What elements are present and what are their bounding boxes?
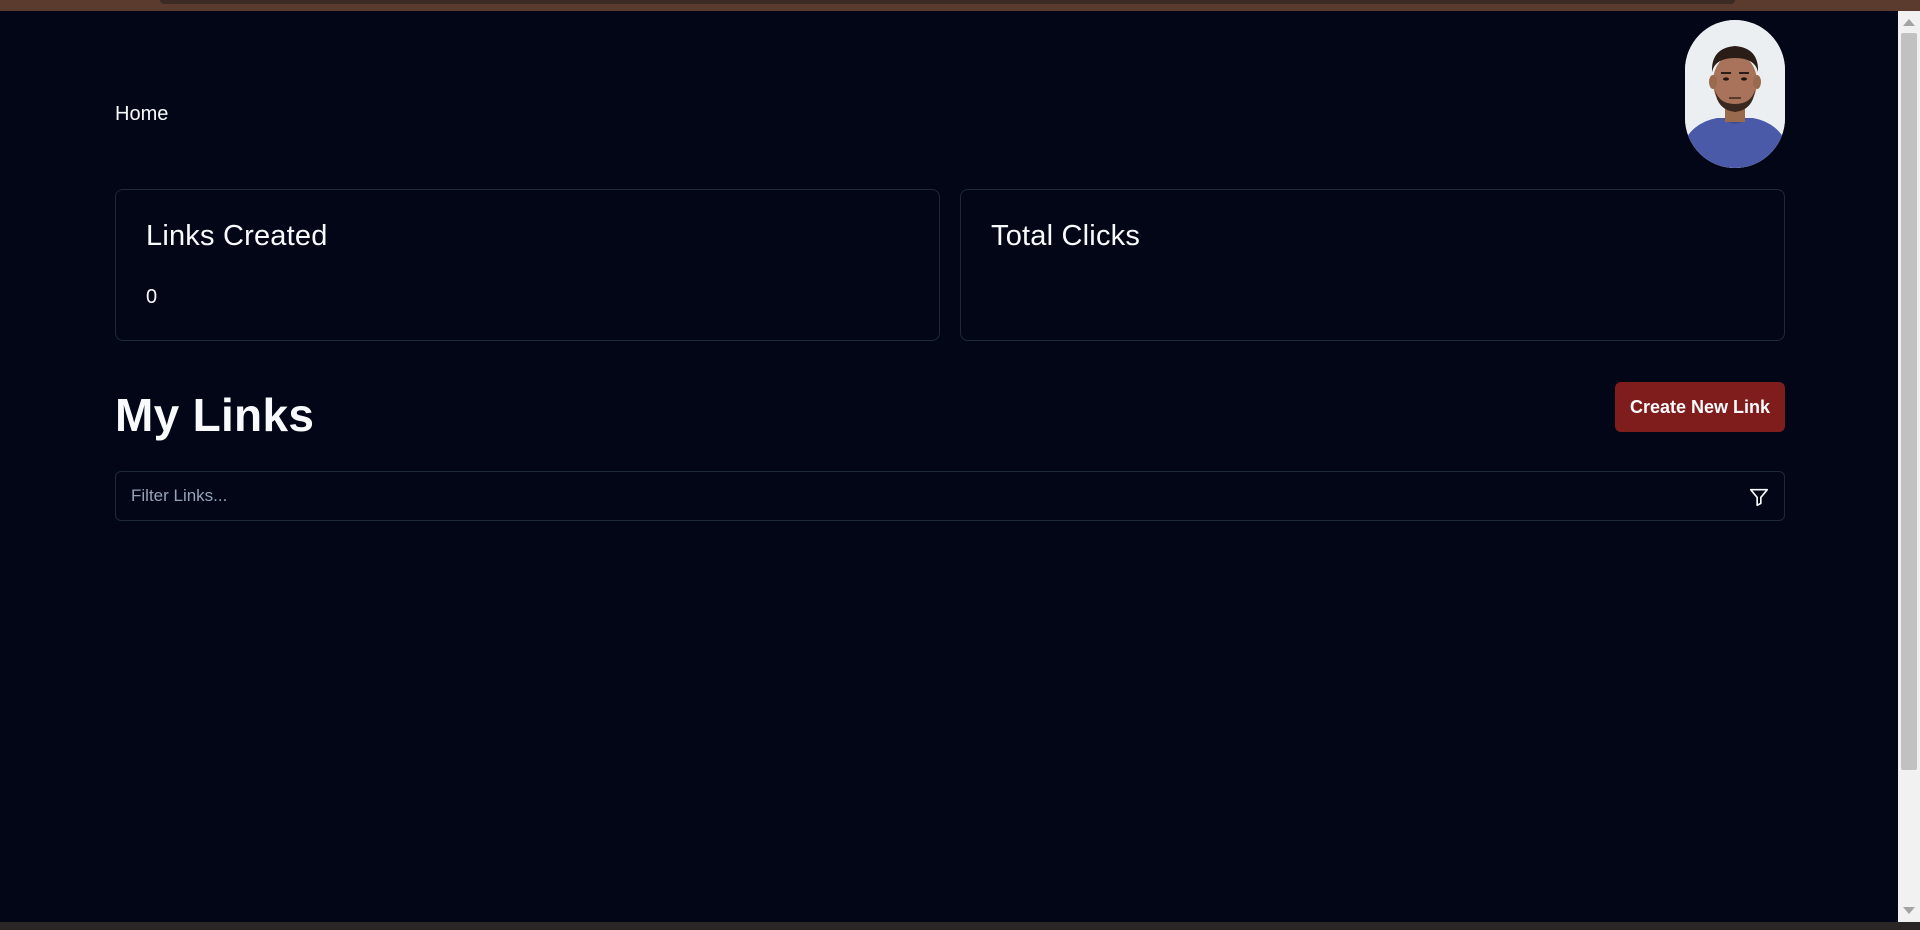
browser-top-strip-inner [160, 0, 1735, 4]
taskbar-strip [0, 922, 1920, 930]
page-title: My Links [115, 389, 315, 441]
filter-links-input[interactable] [116, 472, 1736, 520]
links-created-value: 0 [146, 286, 158, 308]
vertical-scrollbar[interactable] [1898, 11, 1920, 922]
filter-bar [115, 471, 1785, 521]
create-new-link-button[interactable]: Create New Link [1615, 382, 1785, 432]
total-clicks-title: Total Clicks [991, 220, 1141, 252]
stats-section: Links Created 0 Total Clicks [115, 189, 1785, 341]
filter-icon[interactable] [1748, 486, 1770, 508]
header: Home [115, 20, 1785, 168]
nav-home-link[interactable]: Home [115, 103, 168, 126]
scroll-down-icon[interactable] [1903, 907, 1915, 914]
my-links-header: My Links Create New Link [115, 380, 1785, 450]
links-created-card: Links Created 0 [115, 189, 940, 341]
scroll-up-icon[interactable] [1903, 19, 1915, 26]
browser-top-strip [0, 0, 1920, 11]
scrollbar-thumb[interactable] [1901, 33, 1917, 770]
user-avatar[interactable] [1685, 20, 1785, 168]
total-clicks-card: Total Clicks [960, 189, 1785, 341]
avatar-photo-icon [1685, 20, 1785, 168]
links-created-title: Links Created [146, 220, 328, 252]
